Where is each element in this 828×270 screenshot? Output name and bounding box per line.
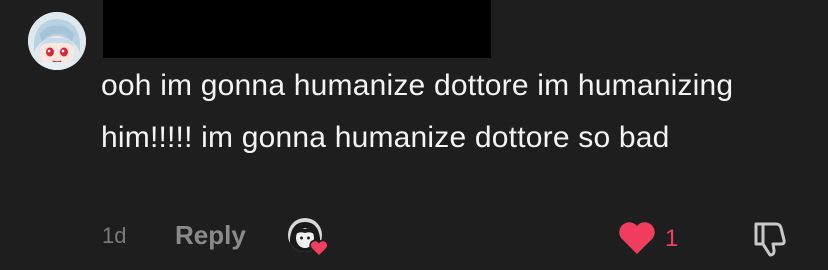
heart-icon [619,222,655,254]
like-button[interactable] [617,220,657,256]
anime-character-avatar-icon [28,12,86,70]
like-count: 1 [665,225,679,252]
commenter-avatar[interactable] [28,12,86,70]
heart-icon [309,239,329,257]
creator-liked-badge [288,218,330,260]
comment-text: ooh im gonna humanize dottore im humaniz… [101,69,734,154]
dislike-button[interactable] [750,218,790,258]
comment-timestamp: 1d [102,223,127,248]
redacted-username [103,0,491,58]
reply-button[interactable]: Reply [175,220,246,251]
thumbs-down-icon [754,222,786,257]
